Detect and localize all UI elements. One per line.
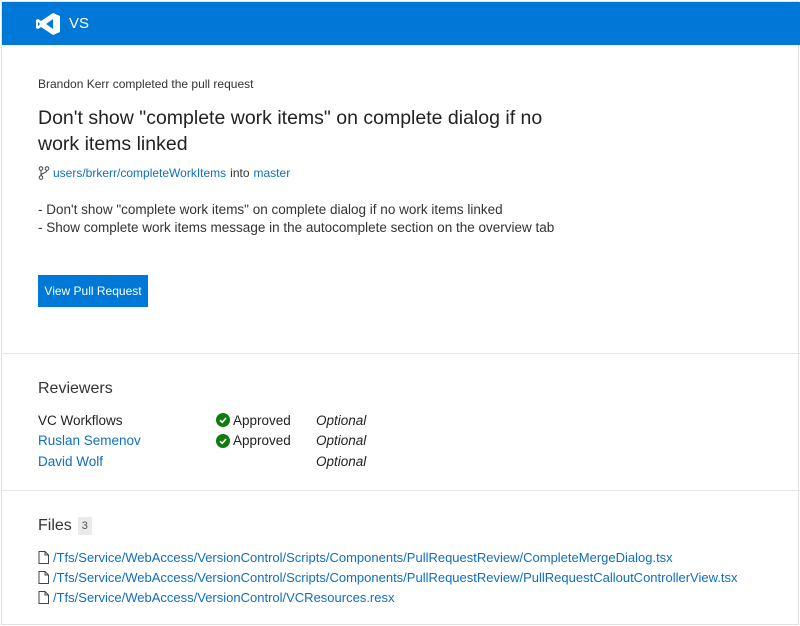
reviewer-row: Ruslan Semenov Approved Optional (38, 431, 366, 452)
visual-studio-logo-icon (36, 13, 60, 35)
reviewer-status-label: Approved (233, 412, 291, 428)
view-pull-request-button[interactable]: View Pull Request (38, 275, 148, 307)
brand-name: VS (69, 15, 90, 32)
file-link[interactable]: /Tfs/Service/WebAccess/VersionControl/Sc… (53, 570, 738, 585)
file-link[interactable]: /Tfs/Service/WebAccess/VersionControl/Sc… (53, 550, 673, 565)
into-text: into (230, 166, 250, 180)
target-branch-link[interactable]: master (254, 166, 291, 180)
reviewer-requirement: Optional (316, 412, 367, 428)
pull-request-summary: Brandon Kerr completed the pull request … (2, 45, 800, 354)
reviewer-status-label: Approved (233, 433, 291, 449)
description-line: - Don't show "complete work items" on co… (38, 202, 503, 217)
reviewer-requirement: Optional (316, 453, 367, 469)
approved-check-icon (216, 413, 230, 428)
files-section: Files 3 /Tfs/Service/WebAccess/VersionCo… (2, 491, 800, 626)
reviewer-name-link[interactable]: Ruslan Semenov (38, 433, 216, 448)
file-row: /Tfs/Service/WebAccess/VersionControl/Sc… (38, 547, 738, 567)
file-row: /Tfs/Service/WebAccess/VersionControl/VC… (38, 587, 738, 607)
reviewer-name-link[interactable]: David Wolf (38, 454, 216, 469)
files-heading-row: Files 3 (38, 517, 92, 535)
pull-request-title: Don't show "complete work items" on comp… (38, 107, 543, 155)
source-branch-link[interactable]: users/brkerr/completeWorkItems (53, 166, 226, 180)
description-line: - Show complete work items message in th… (38, 220, 555, 235)
files-count-badge: 3 (77, 517, 92, 535)
reviewer-status: Approved (216, 433, 316, 448)
file-row: /Tfs/Service/WebAccess/VersionControl/Sc… (38, 567, 738, 587)
pull-request-email: VS Brandon Kerr completed the pull reque… (1, 1, 800, 626)
file-link[interactable]: /Tfs/Service/WebAccess/VersionControl/VC… (53, 590, 395, 605)
files-list: /Tfs/Service/WebAccess/VersionControl/Sc… (38, 547, 738, 607)
file-icon (38, 570, 49, 584)
reviewer-requirement: Optional (316, 433, 367, 449)
reviewer-row: VC Workflows Approved Optional (38, 410, 366, 431)
header-bar: VS (2, 2, 800, 45)
reviewers-list: VC Workflows Approved Optional Ruslan Se… (38, 410, 366, 472)
reviewer-name: VC Workflows (38, 412, 123, 428)
approved-check-icon (216, 433, 230, 448)
pull-request-description: - Don't show "complete work items" on co… (38, 201, 558, 237)
branch-icon (38, 166, 50, 180)
reviewers-heading: Reviewers (38, 380, 113, 397)
activity-text: Brandon Kerr completed the pull request (38, 77, 254, 91)
file-icon (38, 590, 49, 604)
branch-info: users/brkerr/completeWorkItems into mast… (38, 166, 290, 180)
reviewer-row: David Wolf Optional (38, 451, 366, 472)
reviewer-status: Approved (216, 413, 316, 428)
file-icon (38, 550, 49, 564)
files-heading: Files (38, 517, 72, 534)
reviewers-section: Reviewers VC Workflows Approved Optional… (2, 354, 800, 491)
